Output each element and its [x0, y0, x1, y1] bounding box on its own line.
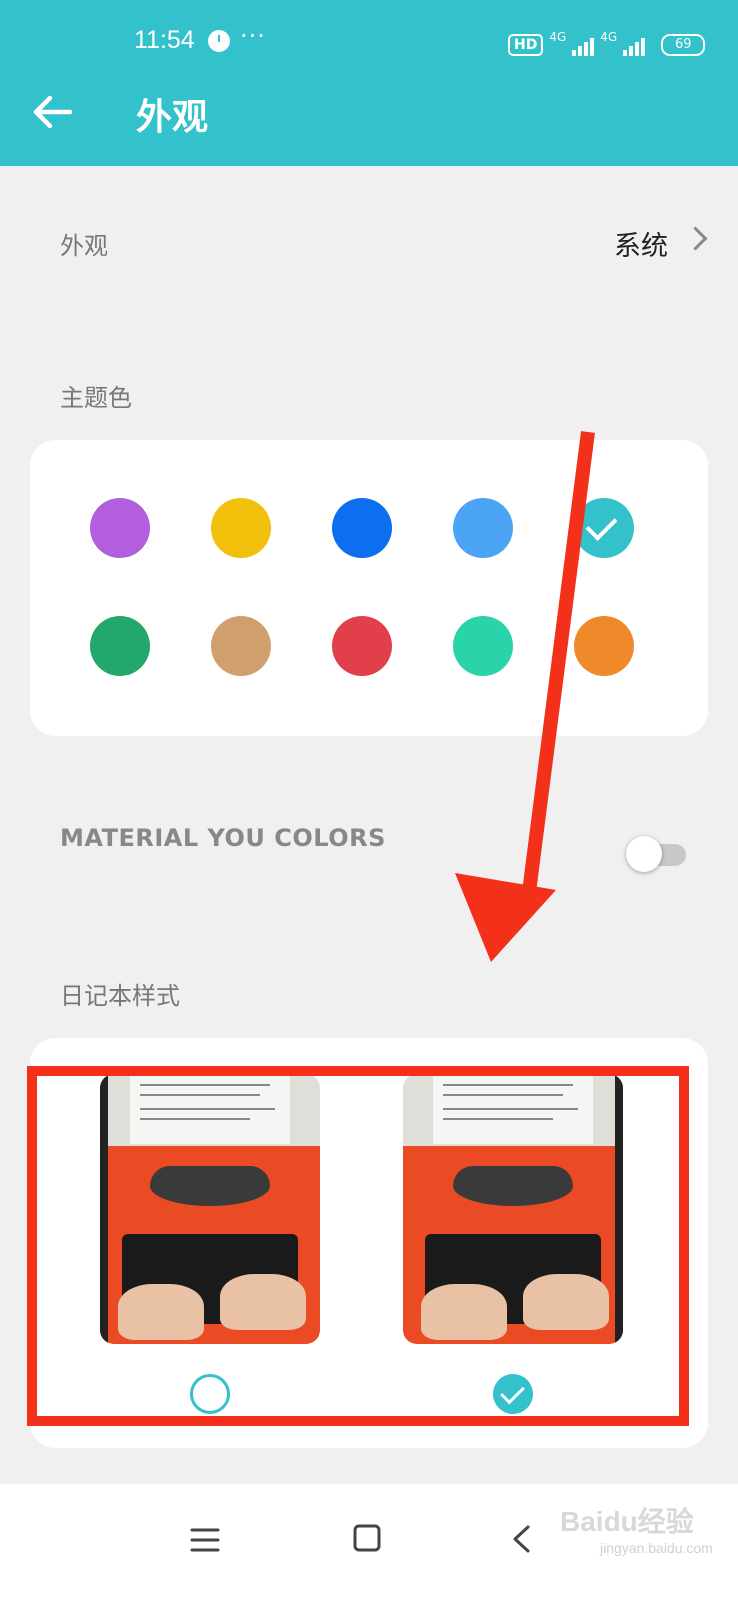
- home-square-icon[interactable]: [352, 1523, 382, 1553]
- menu-icon[interactable]: [190, 1527, 220, 1553]
- watermark-text: Baidu经验: [560, 1506, 694, 1537]
- arrow-head: [455, 873, 556, 962]
- watermark-sub: jingyan.baidu.com: [600, 1540, 713, 1556]
- back-triangle-icon[interactable]: [510, 1524, 532, 1554]
- annotation-highlight-box: [27, 1066, 689, 1426]
